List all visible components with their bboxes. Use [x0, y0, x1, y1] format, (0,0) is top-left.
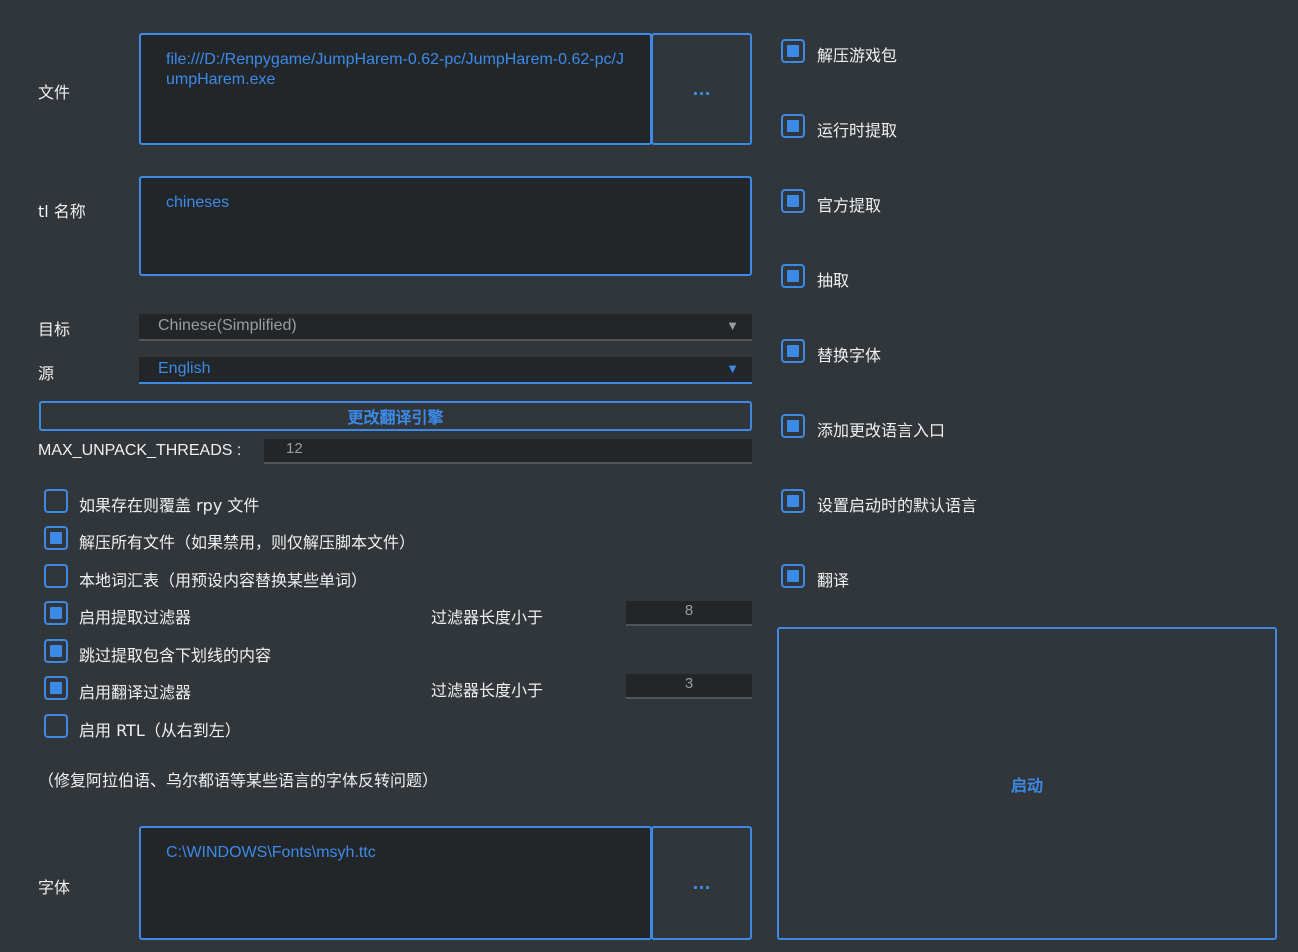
unpack-game-checkbox[interactable] — [781, 39, 805, 63]
translate-filter-label: 启用翻译过滤器 — [79, 683, 192, 702]
overwrite-rpy-checkbox[interactable] — [44, 489, 68, 513]
unpack-all-files-checkbox[interactable] — [44, 526, 68, 550]
unpack-game-label: 解压游戏包 — [817, 46, 898, 65]
file-path-input[interactable]: file:///D:/Renpygame/JumpHarem-0.62-pc/J… — [139, 33, 652, 145]
start-button[interactable]: 启动 — [777, 627, 1277, 940]
target-language-value: Chinese(Simplified) — [158, 317, 297, 334]
extract-filter-length-label: 过滤器长度小于 — [431, 608, 544, 627]
add-language-entry-checkbox[interactable] — [781, 414, 805, 438]
translate-filter-length-label: 过滤器长度小于 — [431, 681, 544, 700]
extract-filter-checkbox[interactable] — [44, 601, 68, 625]
tl-name-label: tl 名称 — [38, 202, 86, 221]
file-browse-button[interactable]: ... — [651, 33, 752, 145]
official-extract-label: 官方提取 — [817, 196, 882, 215]
max-unpack-threads-input[interactable]: 12 — [264, 439, 752, 464]
extract-label: 抽取 — [817, 271, 850, 290]
add-language-entry-label: 添加更改语言入口 — [817, 421, 946, 440]
translate-filter-checkbox[interactable] — [44, 676, 68, 700]
default-language-label: 设置启动时的默认语言 — [817, 496, 978, 515]
rtl-note: （修复阿拉伯语、乌尔都语等某些语言的字体反转问题） — [38, 771, 439, 790]
file-label: 文件 — [38, 83, 71, 102]
source-language-select[interactable]: English ▼ — [139, 357, 752, 384]
rtl-label: 启用 RTL（从右到左） — [79, 721, 241, 740]
source-label: 源 — [38, 364, 55, 383]
local-glossary-label: 本地词汇表（用预设内容替换某些单词） — [79, 571, 368, 590]
change-translation-engine-button[interactable]: 更改翻译引擎 — [39, 401, 752, 431]
local-glossary-checkbox[interactable] — [44, 564, 68, 588]
tl-name-input[interactable]: chineses — [139, 176, 752, 276]
font-browse-button[interactable]: ... — [651, 826, 752, 940]
chevron-down-icon: ▼ — [726, 318, 739, 333]
replace-font-label: 替换字体 — [817, 346, 882, 365]
unpack-all-files-label: 解压所有文件（如果禁用，则仅解压脚本文件） — [79, 533, 416, 552]
target-label: 目标 — [38, 320, 71, 339]
runtime-extract-checkbox[interactable] — [781, 114, 805, 138]
extract-checkbox[interactable] — [781, 264, 805, 288]
max-unpack-threads-label: MAX_UNPACK_THREADS : — [38, 442, 242, 459]
target-language-select[interactable]: Chinese(Simplified) ▼ — [139, 314, 752, 341]
extract-filter-label: 启用提取过滤器 — [79, 608, 192, 627]
translate-label: 翻译 — [817, 571, 850, 590]
rtl-checkbox[interactable] — [44, 714, 68, 738]
translate-filter-length-input[interactable]: 3 — [626, 674, 752, 699]
chevron-down-icon: ▼ — [726, 361, 739, 376]
default-language-checkbox[interactable] — [781, 489, 805, 513]
skip-underscore-checkbox[interactable] — [44, 639, 68, 663]
official-extract-checkbox[interactable] — [781, 189, 805, 213]
translate-checkbox[interactable] — [781, 564, 805, 588]
skip-underscore-label: 跳过提取包含下划线的内容 — [79, 646, 272, 665]
source-language-value: English — [158, 360, 211, 377]
replace-font-checkbox[interactable] — [781, 339, 805, 363]
overwrite-rpy-label: 如果存在则覆盖 rpy 文件 — [79, 496, 260, 515]
extract-filter-length-input[interactable]: 8 — [626, 601, 752, 626]
font-path-input[interactable]: C:\WINDOWS\Fonts\msyh.ttc — [139, 826, 652, 940]
font-label: 字体 — [38, 878, 71, 897]
runtime-extract-label: 运行时提取 — [817, 121, 898, 140]
